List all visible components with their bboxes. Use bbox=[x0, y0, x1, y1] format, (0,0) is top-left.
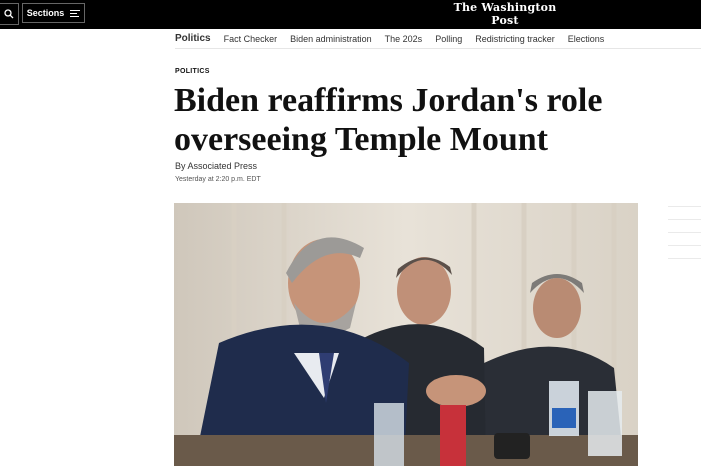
article-photo[interactable] bbox=[174, 203, 638, 466]
search-icon bbox=[4, 9, 14, 19]
article-timestamp: Yesterday at 2:20 p.m. EDT bbox=[175, 176, 261, 183]
sections-button[interactable]: Sections bbox=[22, 3, 85, 23]
article-headline: Biden reaffirms Jordan's role overseeing… bbox=[174, 82, 603, 158]
right-rail-lines bbox=[668, 206, 701, 406]
photo-illustration bbox=[174, 203, 638, 466]
menu-icon bbox=[70, 8, 81, 19]
nav-item-polling[interactable]: Polling bbox=[435, 34, 462, 44]
article-byline: By Associated Press bbox=[175, 161, 258, 171]
search-button[interactable] bbox=[0, 3, 19, 25]
nav-item-biden-administration[interactable]: Biden administration bbox=[290, 34, 372, 44]
nav-item-elections[interactable]: Elections bbox=[568, 34, 605, 44]
section-nav: Politics Fact Checker Biden administrati… bbox=[175, 29, 701, 49]
site-logo[interactable]: The Washington Post bbox=[440, 1, 570, 27]
nav-item-redistricting-tracker[interactable]: Redistricting tracker bbox=[475, 34, 555, 44]
nav-item-the-202s[interactable]: The 202s bbox=[385, 34, 423, 44]
nav-item-politics[interactable]: Politics bbox=[175, 33, 211, 44]
nav-item-fact-checker[interactable]: Fact Checker bbox=[224, 34, 278, 44]
article-kicker[interactable]: POLITICS bbox=[175, 68, 210, 75]
sections-label: Sections bbox=[26, 8, 65, 18]
top-bar: Sections The Washington Post Democracy D… bbox=[0, 0, 701, 38]
